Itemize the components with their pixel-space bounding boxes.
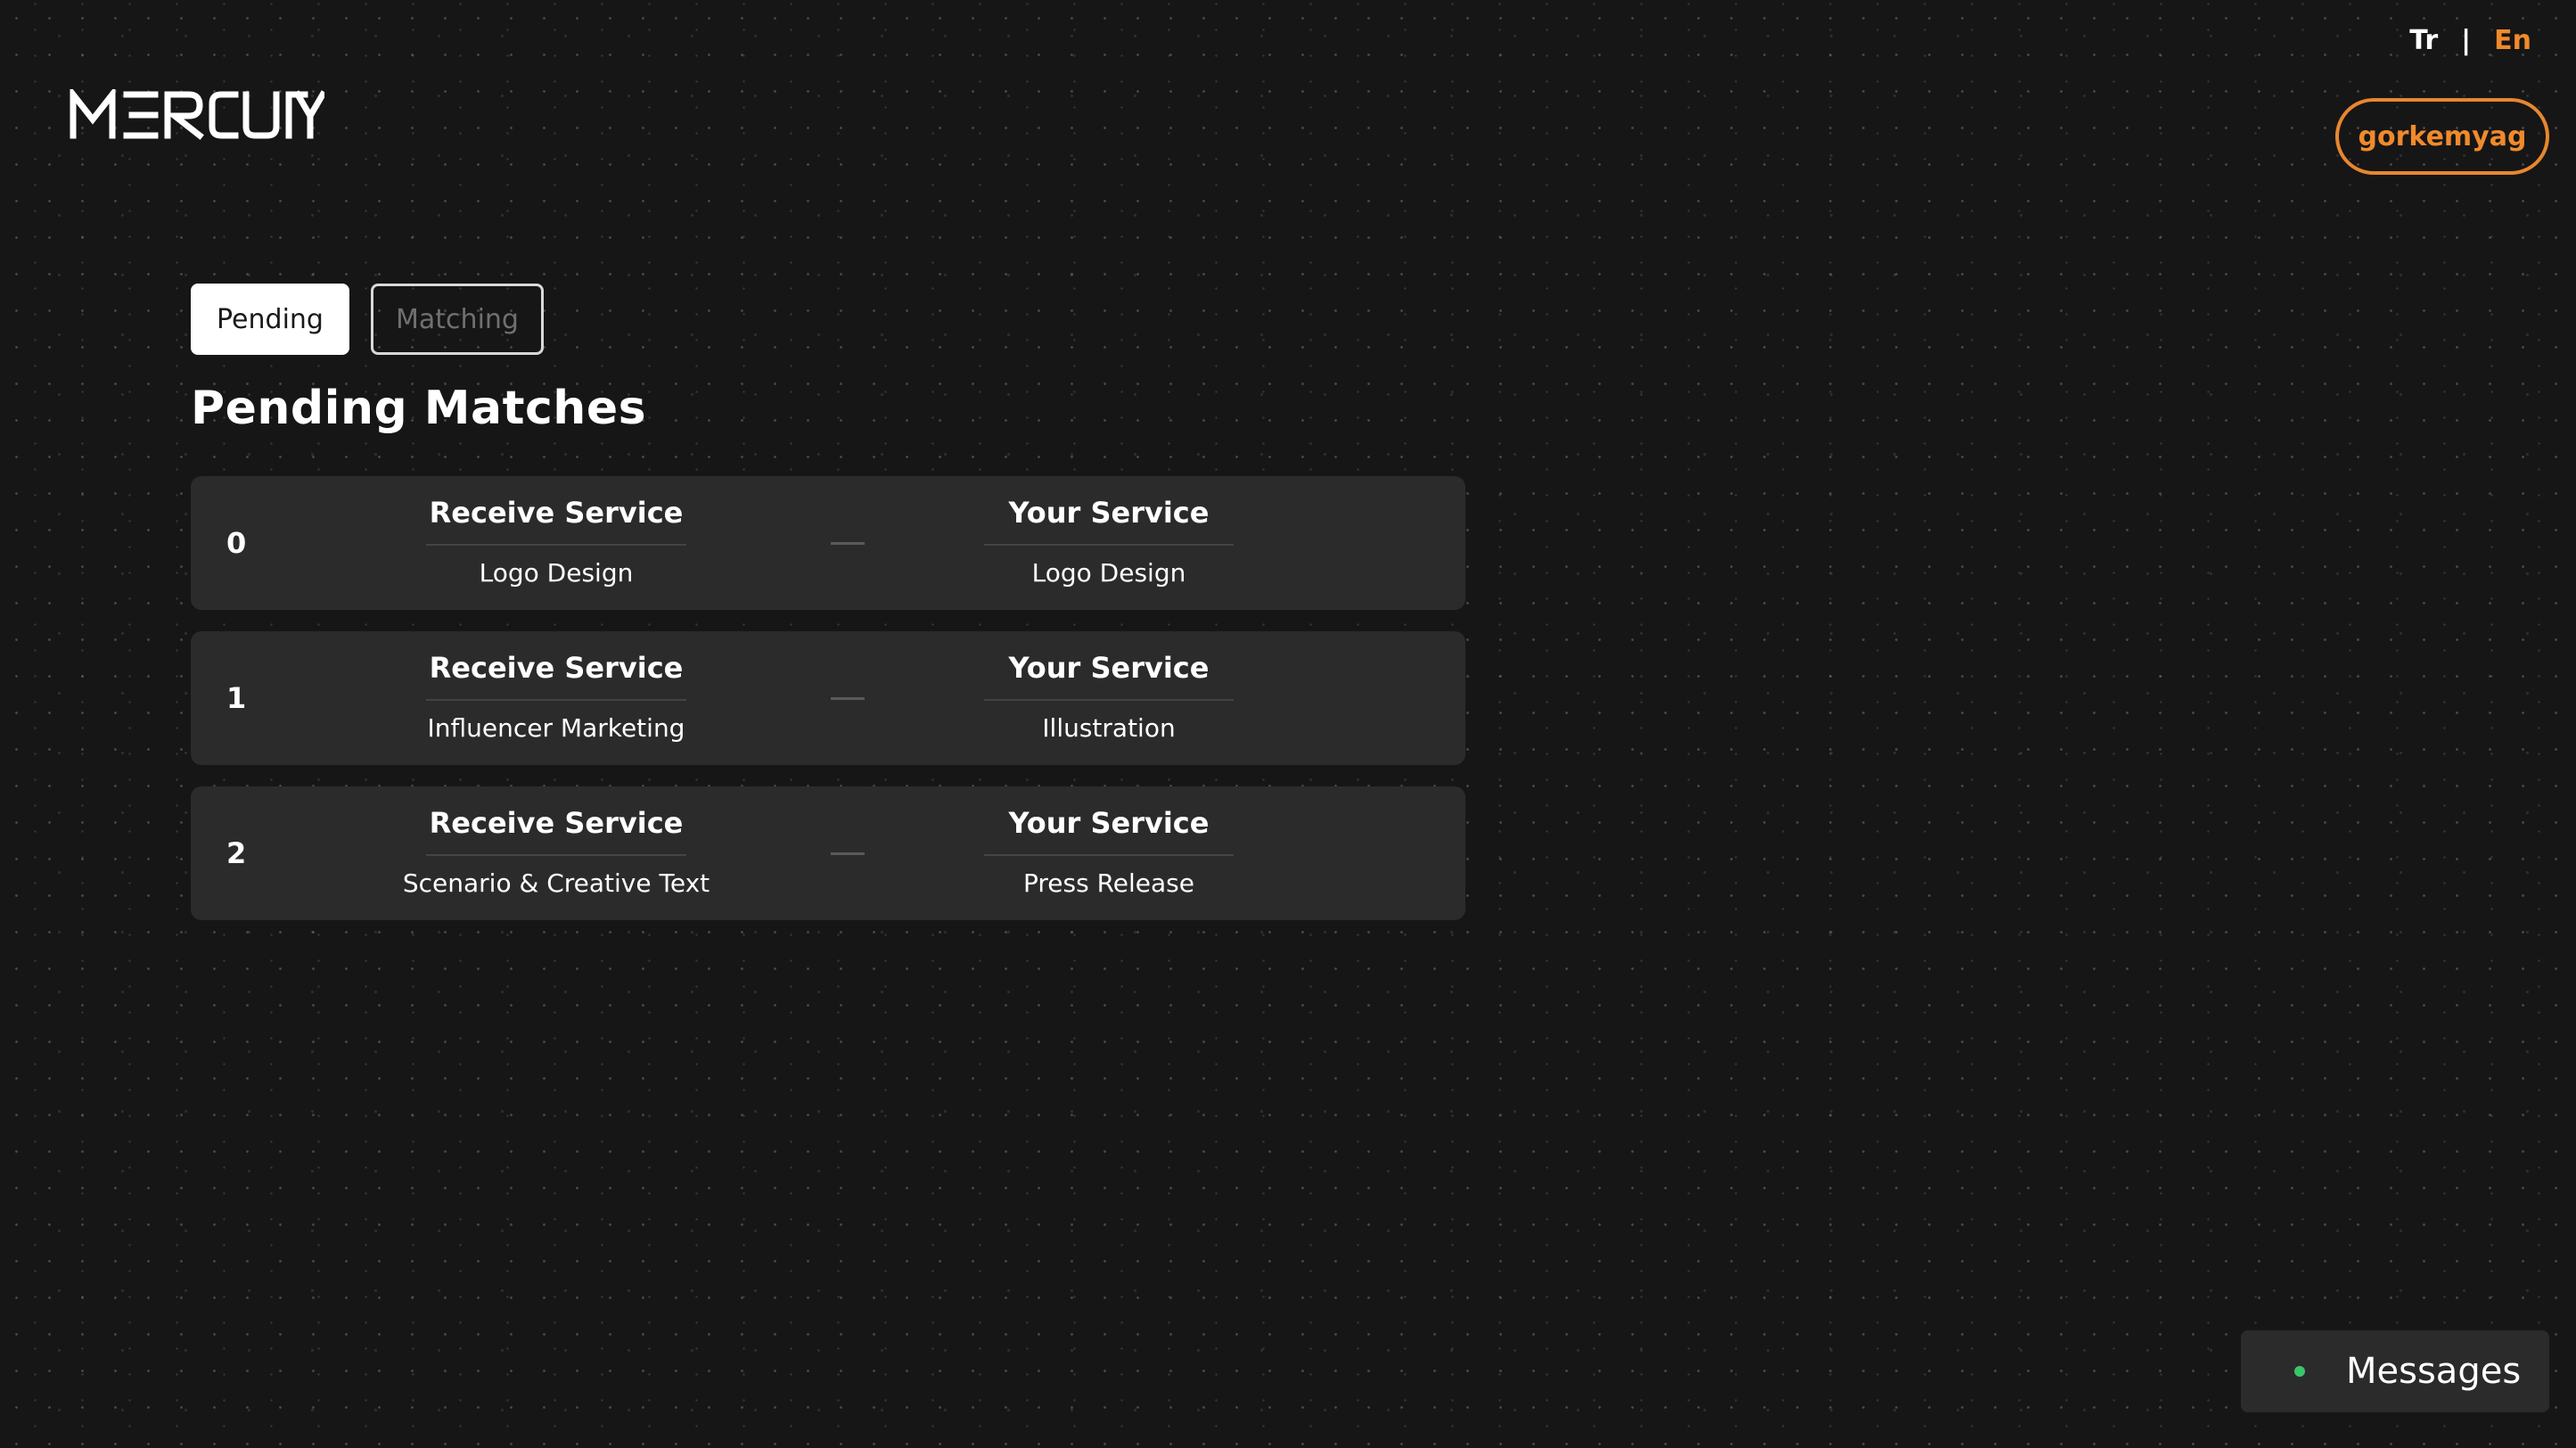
your-service-value: Illustration [1042,713,1176,743]
your-service: Your Service Press Release [913,806,1305,898]
receive-service-title: Receive Service [425,496,687,546]
tab-pending[interactable]: Pending [191,284,349,355]
pending-matches-list: 0 Receive Service Logo Design Your Servi… [191,476,1465,942]
your-service-value: Press Release [1023,868,1194,898]
match-connector-dash [831,852,865,855]
match-row[interactable]: 1 Receive Service Influencer Marketing Y… [191,631,1465,765]
mercury-logo[interactable] [70,89,324,143]
receive-service-title: Receive Service [425,651,687,701]
messages-button[interactable]: Messages [2241,1330,2549,1412]
match-index: 1 [226,681,247,715]
your-service: Your Service Logo Design [913,496,1305,588]
tab-matching[interactable]: Matching [371,284,544,355]
language-switch: Tr | En [2409,25,2531,56]
receive-service-title: Receive Service [425,806,687,856]
receive-service: Receive Service Scenario & Creative Text [360,806,752,898]
your-service-title: Your Service [984,651,1234,701]
tab-matching-label: Matching [396,303,519,335]
tab-pending-label: Pending [217,303,324,335]
receive-service-value: Logo Design [479,558,634,588]
your-service-title: Your Service [984,496,1234,546]
match-index: 2 [226,836,247,870]
your-service-value: Logo Design [1031,558,1186,588]
match-row[interactable]: 2 Receive Service Scenario & Creative Te… [191,786,1465,920]
receive-service-value: Scenario & Creative Text [402,868,710,898]
user-profile-button[interactable]: gorkemyag [2335,98,2549,175]
match-connector-dash [831,542,865,545]
receive-service: Receive Service Influencer Marketing [360,651,752,743]
match-tabs: Pending Matching [191,284,544,355]
language-en[interactable]: En [2494,25,2531,56]
page-title: Pending Matches [191,382,647,435]
messages-label: Messages [2346,1351,2522,1392]
your-service-title: Your Service [984,806,1234,856]
language-separator: | [2461,25,2472,56]
username-label: gorkemyag [2358,120,2527,152]
receive-service: Receive Service Logo Design [360,496,752,588]
match-row[interactable]: 0 Receive Service Logo Design Your Servi… [191,476,1465,610]
language-tr[interactable]: Tr [2409,25,2438,56]
online-status-dot-icon [2294,1366,2305,1377]
receive-service-value: Influencer Marketing [427,713,685,743]
your-service: Your Service Illustration [913,651,1305,743]
match-index: 0 [226,526,247,560]
match-connector-dash [831,697,865,700]
